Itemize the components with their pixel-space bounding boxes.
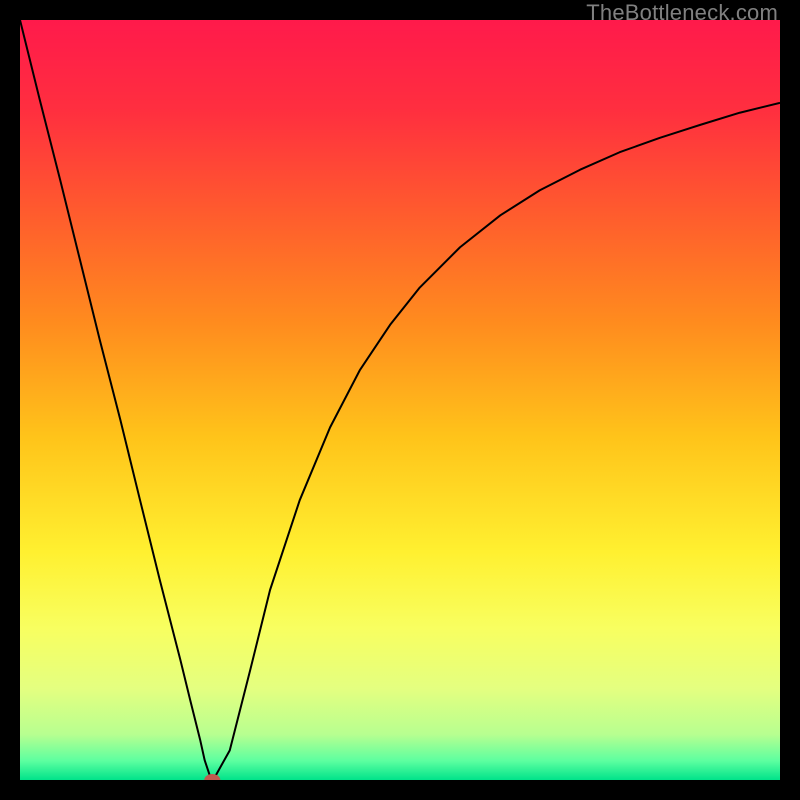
chart-frame [20,20,780,780]
chart-svg [20,20,780,780]
chart-background [20,20,780,780]
watermark-text: TheBottleneck.com [586,0,778,26]
